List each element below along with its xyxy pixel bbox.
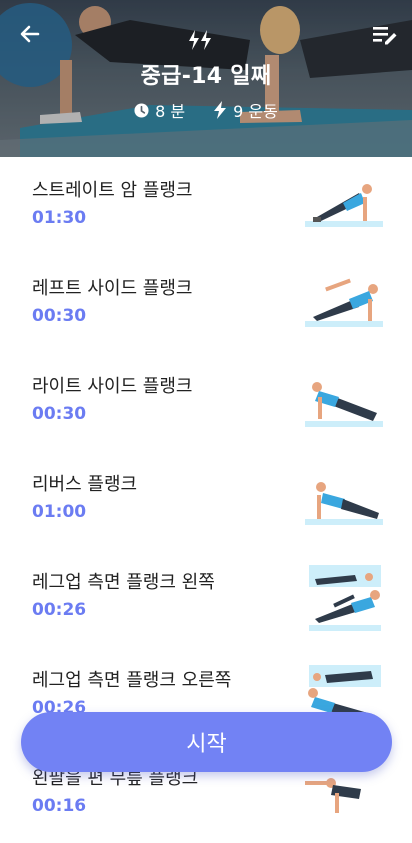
- workout-stats: 8 분 9 운동: [0, 98, 412, 122]
- exercise-duration: 01:00: [32, 502, 87, 522]
- workout-header: 중급-14 일째 8 분 9 운동: [0, 0, 412, 157]
- exercise-count-text: 9 운동: [233, 102, 278, 121]
- exercise-name: 레프트 사이드 플랭크: [32, 278, 193, 299]
- exercise-name: 스트레이트 암 플랭크: [32, 180, 193, 201]
- leg-up-side-plank-left-illustration: [309, 565, 381, 631]
- exercise-name: 리버스 플랭크: [32, 474, 138, 495]
- exercise-duration: 00:30: [32, 306, 87, 326]
- exercise-item[interactable]: 라이트 사이드 플랭크 00:30: [0, 353, 412, 451]
- duration-text: 8 분: [155, 102, 186, 121]
- workout-title: 중급-14 일째: [140, 64, 272, 89]
- exercise-name: 라이트 사이드 플랭크: [32, 376, 193, 397]
- reverse-plank-illustration: [305, 482, 383, 525]
- exercise-item[interactable]: 레프트 사이드 플랭크 00:30: [0, 255, 412, 353]
- exercise-name: 레그업 측면 플랭크 오른쪽: [32, 670, 232, 691]
- exercise-item[interactable]: 리버스 플랭크 01:00: [0, 451, 412, 549]
- edit-list-icon[interactable]: [370, 20, 398, 48]
- exercise-duration: 00:30: [32, 404, 87, 424]
- exercise-count-stat: 9 운동: [213, 98, 278, 122]
- left-side-plank-illustration: [305, 278, 383, 327]
- straight-arm-plank-illustration: [305, 184, 383, 227]
- back-arrow-icon[interactable]: [16, 20, 44, 48]
- right-side-plank-illustration: [305, 382, 383, 427]
- exercise-name: 레그업 측면 플랭크 왼쪽: [32, 572, 215, 593]
- exercise-duration: 00:26: [32, 600, 87, 620]
- intermediate-level-icon: [189, 30, 211, 50]
- lightning-icon: [214, 101, 227, 119]
- exercise-duration: 00:16: [32, 796, 87, 816]
- exercise-duration: 01:30: [32, 208, 87, 228]
- duration-stat: 8 분: [134, 98, 185, 122]
- exercise-item[interactable]: 레그업 측면 플랭크 왼쪽 00:26: [0, 549, 412, 647]
- clock-icon: [134, 102, 149, 118]
- exercise-item[interactable]: 스트레이트 암 플랭크 01:30: [0, 157, 412, 255]
- start-button[interactable]: 시작: [21, 712, 392, 772]
